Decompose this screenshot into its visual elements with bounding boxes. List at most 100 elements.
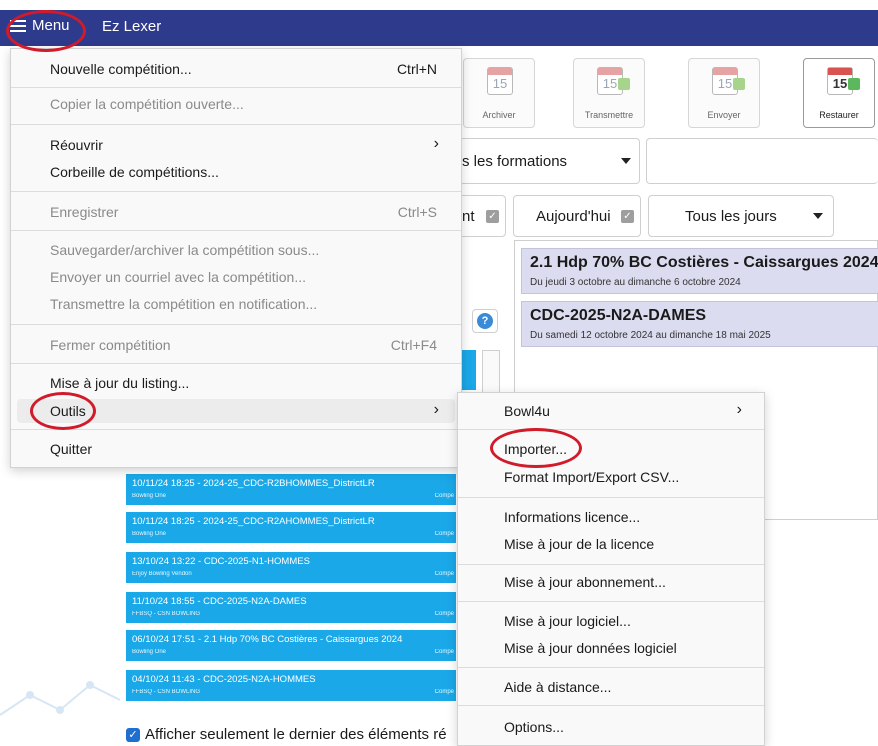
menu-separator: [458, 667, 764, 668]
menu-item-transmettre[interactable]: Transmettre la compétition en notificati…: [17, 292, 455, 316]
menu-item-aide-distance[interactable]: Aide à distance...: [464, 675, 758, 699]
search-field[interactable]: [646, 138, 878, 184]
menu-separator: [11, 324, 461, 325]
menu-item-shortcut: Ctrl+N: [396, 61, 437, 77]
menu-separator: [458, 601, 764, 602]
menu-separator: [11, 87, 461, 88]
help-button[interactable]: ?: [472, 309, 498, 333]
chevron-down-icon: [813, 213, 823, 219]
archiver-button[interactable]: 15 Archiver: [463, 58, 535, 128]
today-label: Aujourd'hui: [536, 207, 611, 225]
recent-item-title: 11/10/24 18:55 - CDC-2025-N2A-DAMES: [132, 596, 307, 607]
recent-item-venue: Bowling One: [132, 493, 167, 499]
calendar-arrow-icon: 15: [597, 67, 630, 95]
chevron-right-icon: ›: [433, 401, 439, 418]
menu-item-shortcut: Ctrl+S: [397, 204, 437, 220]
competition-card[interactable]: CDC-2025-N2A-DAMES Du samedi 12 octobre …: [521, 301, 878, 347]
menu-item-label: Nouvelle compétition...: [50, 61, 192, 77]
menu-button[interactable]: Menu: [10, 17, 70, 34]
menu-item-label: Format Import/Export CSV...: [504, 469, 680, 485]
recent-item[interactable]: 04/10/24 11:43 - CDC-2025-N2A-HOMMES FFB…: [126, 670, 456, 701]
recent-item[interactable]: 11/10/24 18:55 - CDC-2025-N2A-DAMES FFBS…: [126, 592, 456, 623]
menu-separator: [11, 429, 461, 430]
menu-item-label: Bowl4u: [504, 403, 550, 419]
competition-card[interactable]: 2.1 Hdp 70% BC Costières - Caissargues 2…: [521, 248, 878, 294]
menu-item-label: Transmettre la compétition en notificati…: [50, 296, 318, 312]
menu-item-mise-a-jour-listing[interactable]: Mise à jour du listing...: [17, 371, 455, 395]
menu-item-sauvegarder[interactable]: Sauvegarder/archiver la compétition sous…: [17, 238, 455, 262]
recent-item-type: Compé: [434, 493, 454, 499]
recent-item-venue: FFBSQ - CSN BOWLING: [132, 611, 201, 617]
menu-item-label: Corbeille de compétitions...: [50, 164, 219, 180]
menu-separator: [458, 564, 764, 565]
envoyer-button[interactable]: 15 Envoyer: [688, 58, 760, 128]
menu-item-informations-licence[interactable]: Informations licence...: [464, 505, 758, 529]
menu-item-label: Copier la compétition ouverte...: [50, 96, 244, 112]
menu-item-mise-a-jour-abonnement[interactable]: Mise à jour abonnement...: [464, 570, 758, 594]
menu-item-bowl4u[interactable]: Bowl4u ›: [464, 399, 758, 423]
recent-item[interactable]: 10/11/24 18:25 - 2024-25_CDC-R2BHOMMES_D…: [126, 474, 456, 505]
recent-item[interactable]: 10/11/24 18:25 - 2024-25_CDC-R2AHOMMES_D…: [126, 512, 456, 543]
menu-item-label: Mise à jour abonnement...: [504, 574, 666, 590]
recent-item[interactable]: 13/10/24 13:22 - CDC-2025-N1-HOMMES Enjo…: [126, 552, 456, 583]
menu-item-options[interactable]: Options...: [464, 715, 758, 739]
menu-item-mise-a-jour-logiciel[interactable]: Mise à jour logiciel...: [464, 609, 758, 633]
chevron-down-icon: [621, 158, 631, 164]
transmettre-button[interactable]: 15 Transmettre: [573, 58, 645, 128]
menu-item-nouvelle-competition[interactable]: Nouvelle compétition... Ctrl+N: [17, 57, 455, 81]
formations-value: s les formations: [462, 152, 568, 170]
today-toggle[interactable]: Aujourd'hui ✓: [513, 195, 641, 237]
recent-item[interactable]: 06/10/24 17:51 - 2.1 Hdp 70% BC Costière…: [126, 630, 456, 661]
menu-item-label: Informations licence...: [504, 509, 641, 525]
recent-item-type: Compé: [434, 531, 454, 537]
menu-item-label: Réouvrir: [50, 137, 103, 153]
formations-dropdown[interactable]: s les formations: [440, 138, 640, 184]
calendar-send-icon: 15: [712, 67, 745, 95]
menu-separator: [11, 191, 461, 192]
recent-item-title: 06/10/24 17:51 - 2.1 Hdp 70% BC Costière…: [132, 634, 403, 645]
menu-item-corbeille[interactable]: Corbeille de compétitions...: [17, 160, 455, 184]
menu-item-quitter[interactable]: Quitter: [17, 437, 455, 461]
competition-dates: Du samedi 12 octobre 2024 au dimanche 18…: [530, 330, 771, 341]
recent-item-title: 04/10/24 11:43 - CDC-2025-N2A-HOMMES: [132, 674, 316, 685]
recent-competitions-list: 10/11/24 18:25 - 2024-25_CDC-R2BHOMMES_D…: [126, 462, 456, 716]
archiver-label: Archiver: [482, 110, 516, 120]
show-last-label: Afficher seulement le dernier des élémen…: [145, 726, 447, 743]
menu-separator: [458, 497, 764, 498]
menu-separator: [11, 124, 461, 125]
chevron-right-icon: ›: [433, 135, 439, 152]
checkbox-icon: ✓: [621, 209, 634, 223]
transmettre-label: Transmettre: [584, 110, 634, 120]
menu-item-outils[interactable]: Outils ›: [17, 399, 455, 423]
menu-item-format-csv[interactable]: Format Import/Export CSV...: [464, 465, 758, 489]
menu-item-reouvrir[interactable]: Réouvrir ›: [17, 133, 455, 157]
menu-item-envoyer-courriel[interactable]: Envoyer un courriel avec la compétition.…: [17, 265, 455, 289]
days-dropdown[interactable]: Tous les jours: [648, 195, 834, 237]
menu-item-fermer[interactable]: Fermer compétition Ctrl+F4: [17, 333, 455, 357]
show-last-checkbox[interactable]: ✓ Afficher seulement le dernier des élém…: [126, 726, 447, 743]
recent-item-type: Compé: [434, 689, 454, 695]
menu-separator: [11, 363, 461, 364]
menu-item-enregistrer[interactable]: Enregistrer Ctrl+S: [17, 200, 455, 224]
recent-item-venue: Bowling One: [132, 531, 167, 537]
recent-item-venue: Bowling One: [132, 649, 167, 655]
competition-dates: Du jeudi 3 octobre au dimanche 6 octobre…: [530, 277, 741, 288]
menu-item-mise-a-jour-donnees[interactable]: Mise à jour données logiciel: [464, 636, 758, 660]
menu-item-copier[interactable]: Copier la compétition ouverte...: [17, 92, 455, 116]
hamburger-icon: [10, 19, 26, 32]
menu-item-label: Mise à jour du listing...: [50, 375, 190, 391]
menu-separator: [11, 230, 461, 231]
menu-item-mise-a-jour-licence[interactable]: Mise à jour de la licence: [464, 532, 758, 556]
menu-item-label: Aide à distance...: [504, 679, 612, 695]
restaurer-button[interactable]: 15 Restaurer: [803, 58, 875, 128]
menu-separator: [458, 705, 764, 706]
menu-item-importer[interactable]: Importer...: [464, 437, 758, 461]
menu-item-label: Mise à jour logiciel...: [504, 613, 631, 629]
selected-item-edge[interactable]: [462, 350, 476, 390]
chevron-right-icon: ›: [736, 401, 742, 418]
menu-item-label: Fermer compétition: [50, 337, 171, 353]
menu-item-label: Options...: [504, 719, 564, 735]
outils-submenu: Bowl4u › Importer... Format Import/Expor…: [457, 392, 765, 746]
menu-item-label: Mise à jour données logiciel: [504, 640, 677, 656]
recent-item-title: 13/10/24 13:22 - CDC-2025-N1-HOMMES: [132, 556, 310, 567]
